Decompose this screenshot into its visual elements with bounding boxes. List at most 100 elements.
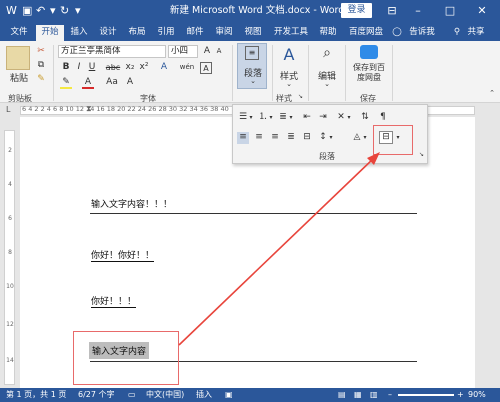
tab-review[interactable]: 审阅 — [213, 25, 235, 41]
styles-group-label: 样式 — [276, 94, 292, 103]
text-effects-icon[interactable]: A — [158, 62, 170, 74]
font-family-select[interactable]: 方正兰亭黑简体 — [58, 45, 166, 58]
char-shading-icon[interactable]: A — [124, 77, 136, 89]
font-size-select[interactable]: 小四 — [168, 45, 198, 58]
bold-button[interactable]: B — [60, 62, 72, 74]
align-center-icon[interactable]: ≡ — [253, 132, 265, 144]
divider — [345, 45, 346, 101]
tab-view[interactable]: 视图 — [242, 25, 264, 41]
paragraph-group-button[interactable]: ≡ 段落 ⌄ — [237, 43, 267, 89]
font-color-icon[interactable]: A — [82, 77, 94, 89]
distributed-icon[interactable]: ⊟ — [301, 132, 313, 144]
chevron-down-icon[interactable]: ▾ — [248, 112, 254, 124]
share-button[interactable]: 共享 — [464, 25, 488, 41]
print-layout-icon[interactable]: ▦ — [354, 388, 362, 402]
paste-button[interactable]: 粘贴 — [8, 71, 30, 84]
vruler-number: 8 — [8, 249, 12, 256]
maximize-icon[interactable]: □ — [442, 3, 458, 19]
doc-line-1[interactable]: 输入文字内容！！！ — [91, 197, 172, 210]
copy-icon[interactable]: ⧉ — [35, 60, 47, 72]
baidu-cloud-icon[interactable] — [360, 45, 378, 59]
subscript-button[interactable]: x₂ — [124, 62, 136, 74]
highlight-icon[interactable]: ✎ — [60, 77, 72, 89]
char-border-icon[interactable]: A — [200, 62, 212, 74]
styles-icon[interactable]: A — [280, 45, 298, 64]
underline-button[interactable]: U — [86, 62, 98, 74]
insert-mode[interactable]: 插入 — [196, 388, 212, 402]
language-status[interactable]: 中文(中国) — [146, 388, 184, 402]
login-button[interactable]: 登录 — [341, 3, 372, 18]
save-to-baidu-button[interactable]: 保存到百度网盘 — [350, 63, 388, 83]
zoom-slider[interactable] — [398, 394, 454, 396]
chevron-down-icon: ⌄ — [286, 80, 292, 88]
doc-line-2[interactable]: 你好！你好！！ — [91, 248, 155, 262]
chevron-down-icon[interactable]: ▾ — [268, 112, 274, 124]
superscript-button[interactable]: x² — [138, 62, 150, 74]
sort-icon[interactable]: ⇅ — [359, 112, 371, 124]
ribbon-display-options-icon[interactable]: ⊟ — [384, 3, 400, 19]
find-icon[interactable]: ⌕ — [318, 45, 336, 61]
highlight-box-selection — [73, 331, 179, 385]
tab-references[interactable]: 引用 — [155, 25, 177, 41]
paste-icon[interactable] — [6, 46, 30, 70]
minimize-icon[interactable]: – — [410, 3, 426, 19]
increase-indent-icon[interactable]: ⇥ — [317, 112, 329, 124]
doc-line-3[interactable]: 你好！！！ — [91, 294, 137, 308]
tab-baidu-netdisk[interactable]: 百度网盘 — [346, 25, 386, 41]
tab-developer[interactable]: 开发工具 — [271, 25, 311, 41]
italic-button[interactable]: I — [73, 62, 85, 74]
tab-mailings[interactable]: 邮件 — [184, 25, 206, 41]
shrink-font-icon[interactable]: A — [213, 46, 225, 58]
tell-me-search[interactable]: 告诉我 — [408, 25, 436, 41]
font-size-value: 小四 — [171, 46, 189, 56]
save-icon[interactable]: ▣ — [22, 3, 32, 19]
font-group-label: 字体 — [140, 94, 156, 103]
undo-dropdown-icon[interactable]: ▾ — [50, 3, 56, 19]
align-right-icon[interactable]: ≡ — [269, 132, 281, 144]
grow-font-icon[interactable]: A — [201, 46, 213, 58]
tab-stop-selector-icon[interactable]: L — [6, 105, 10, 114]
redo-icon[interactable]: ↻ — [60, 3, 69, 19]
change-case-icon[interactable]: Aa — [104, 77, 120, 89]
collapse-ribbon-icon[interactable]: ⌃ — [488, 89, 496, 97]
dialog-launcher-icon[interactable]: ↘ — [419, 151, 424, 158]
tab-home[interactable]: 开始 — [36, 25, 64, 41]
divider — [232, 45, 233, 101]
vruler-number: 12 — [6, 321, 14, 328]
decrease-indent-icon[interactable]: ⇤ — [301, 112, 313, 124]
chevron-down-icon[interactable]: ▾ — [328, 132, 334, 144]
chevron-down-icon[interactable]: ▾ — [362, 132, 368, 144]
read-mode-icon[interactable]: ▤ — [338, 388, 346, 402]
strikethrough-button[interactable]: abc — [104, 62, 122, 74]
dialog-launcher-icon[interactable]: ↘ — [298, 93, 303, 100]
show-marks-icon[interactable]: ¶ — [377, 112, 389, 124]
align-left-icon[interactable]: ≡ — [237, 132, 249, 144]
format-painter-icon[interactable]: ✎ — [35, 74, 47, 86]
chevron-down-icon[interactable]: ▾ — [346, 112, 352, 124]
page-count[interactable]: 第 1 页，共 1 页 — [6, 388, 66, 402]
indent-marker-icon[interactable]: ⧗ — [86, 104, 92, 114]
vruler-number: 4 — [8, 181, 12, 188]
web-layout-icon[interactable]: ▥ — [370, 388, 378, 402]
chevron-down-icon[interactable]: ▾ — [288, 112, 294, 124]
phonetic-guide-icon[interactable]: wén — [178, 62, 196, 74]
vertical-ruler[interactable]: 2 4 6 8 10 12 14 — [4, 130, 15, 385]
justify-icon[interactable]: ≣ — [285, 132, 297, 144]
customize-quick-access-icon[interactable]: ▾ — [75, 3, 81, 19]
tab-file[interactable]: 文件 — [8, 25, 30, 41]
word-count[interactable]: 6/27 个字 — [78, 388, 115, 402]
tab-help[interactable]: 帮助 — [317, 25, 339, 41]
zoom-out-icon[interactable]: – — [388, 388, 392, 402]
zoom-level[interactable]: 90% — [468, 388, 486, 402]
macro-record-icon[interactable]: ▣ — [225, 388, 233, 402]
proofing-icon[interactable]: ▭ — [128, 388, 136, 402]
ruler-numbers: 6 4 2 2 4 6 8 10 12 14 16 18 20 22 24 26… — [22, 105, 229, 113]
undo-icon[interactable]: ↶ — [36, 3, 45, 19]
ribbon-home: 粘贴 ✂ ⧉ ✎ 剪贴板 方正兰亭黑简体 小四 A A B I U abc x₂… — [0, 41, 500, 103]
close-icon[interactable]: ✕ — [474, 3, 490, 19]
tab-design[interactable]: 设计 — [97, 25, 119, 41]
tab-insert[interactable]: 插入 — [68, 25, 90, 41]
zoom-in-icon[interactable]: + — [457, 388, 464, 402]
tab-layout[interactable]: 布局 — [126, 25, 148, 41]
cut-icon[interactable]: ✂ — [35, 46, 47, 58]
